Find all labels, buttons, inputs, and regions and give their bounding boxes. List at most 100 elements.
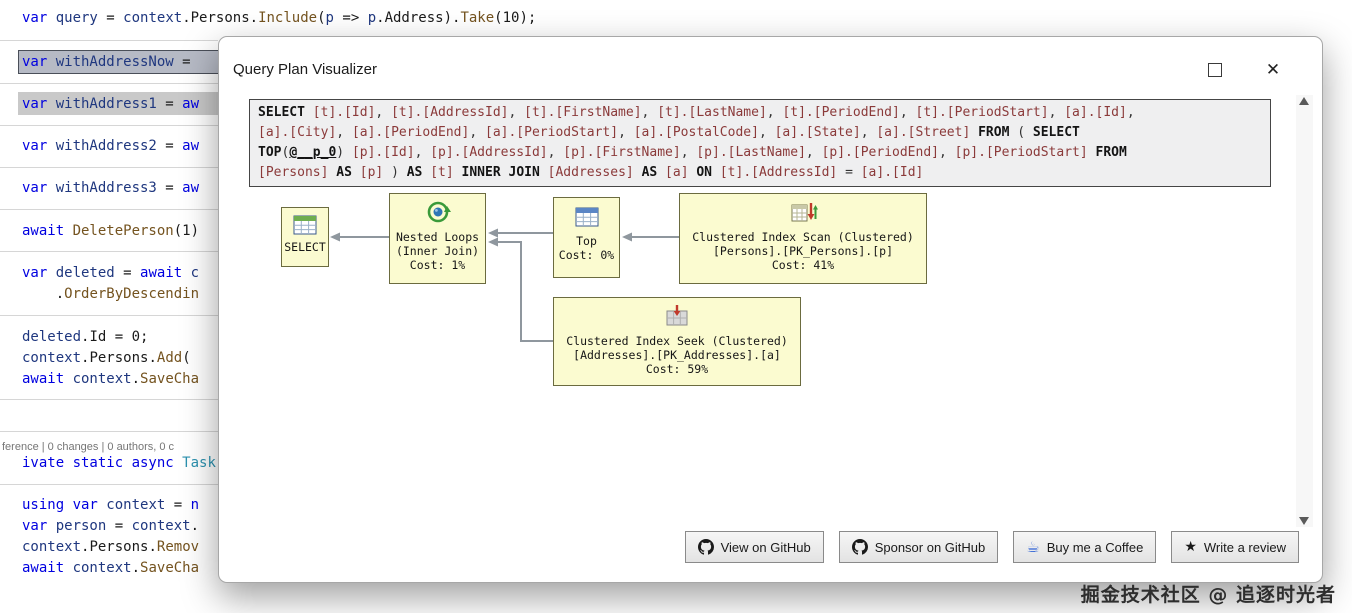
code-line-withAddressNow[interactable]: var withAddressNow = [22, 52, 199, 73]
code-line-withAddress3[interactable]: var withAddress3 = aw [22, 178, 199, 199]
write-a-review-button[interactable]: ★ Write a review [1171, 531, 1299, 563]
code-line-orderby[interactable]: .OrderByDescendin [22, 284, 199, 305]
token: ( [1009, 125, 1033, 140]
token: await [22, 371, 73, 387]
token: [p].[FirstName] [563, 145, 681, 160]
code-block-separator [0, 431, 218, 432]
code-line-using-context[interactable]: using var context = n [22, 495, 199, 516]
token: aw [182, 96, 200, 112]
close-button[interactable]: ✕ [1258, 55, 1288, 85]
maximize-button[interactable] [1200, 55, 1230, 85]
token: [t].[AddressId] [719, 165, 838, 180]
token: [t].[FirstName] [524, 105, 642, 120]
token: context [123, 10, 183, 26]
token: , [414, 145, 431, 160]
token: deleted [55, 265, 115, 281]
token: [p].[LastName] [696, 145, 806, 160]
view-on-github-button[interactable]: View on GitHub [684, 531, 824, 563]
token: [t] [430, 165, 454, 180]
token: INNER JOIN [461, 165, 540, 180]
token: , [469, 125, 485, 140]
token: 0 [131, 329, 141, 345]
token: . [190, 518, 200, 534]
node-cost: Cost: 41% [771, 258, 835, 272]
code-block-separator [0, 209, 218, 210]
token: [t].[PeriodStart] [915, 105, 1049, 120]
plan-node-clustered-index-scan[interactable]: Clustered Index Scan (Clustered) [Person… [679, 193, 927, 284]
node-label: Clustered Index Seek (Clustered) [566, 334, 788, 348]
star-icon: ★ [1184, 539, 1197, 555]
token: , [938, 145, 955, 160]
plan-node-select[interactable]: SELECT [281, 207, 329, 267]
coffee-icon: ☕ [1026, 538, 1040, 556]
token: ) [383, 165, 407, 180]
token: @__p_0 [289, 145, 337, 160]
token: . [376, 10, 385, 26]
code-line-deleted-id[interactable]: deleted.Id = 0; [22, 327, 148, 348]
token: withAddress2 [55, 138, 157, 154]
token: query [55, 10, 98, 26]
code-line-method-signature[interactable]: ivate static async Task [22, 453, 216, 474]
sponsor-on-github-button[interactable]: Sponsor on GitHub [838, 531, 999, 563]
token: = [156, 138, 183, 154]
code-block-separator [0, 40, 218, 41]
token: person [55, 518, 107, 534]
token: TOP [258, 145, 282, 160]
token: . [131, 371, 141, 387]
plan-node-clustered-index-seek[interactable]: Clustered Index Seek (Clustered) [Addres… [553, 297, 801, 386]
token: [t].[AddressId] [391, 105, 509, 120]
token: [p].[AddressId] [430, 145, 548, 160]
node-label: SELECT [284, 240, 326, 254]
token: Add [156, 350, 183, 366]
code-line-savechanges-1[interactable]: await context.SaveCha [22, 369, 199, 390]
token: [a].[PeriodEnd] [351, 125, 470, 140]
token: ( [317, 10, 326, 26]
plan-node-nested-loops[interactable]: Nested Loops (Inner Join) Cost: 1% [389, 193, 486, 284]
scroll-down-icon[interactable] [1299, 517, 1309, 525]
github-icon [851, 539, 868, 555]
token: deleted [22, 329, 82, 345]
plan-node-top[interactable]: Top Cost: 0% [553, 197, 620, 278]
code-line-savechanges-2[interactable]: await context.SaveCha [22, 558, 199, 579]
scroll-up-icon[interactable] [1299, 97, 1309, 105]
token: ference | 0 changes | 0 authors, 0 c [2, 441, 175, 453]
sql-query-text[interactable]: SELECT [t].[Id], [t].[AddressId], [t].[F… [249, 99, 1271, 187]
token: . [148, 350, 157, 366]
nested-loops-icon [390, 196, 485, 230]
token: Take [460, 10, 495, 26]
token: withAddress3 [55, 180, 157, 196]
code-line-persons-add[interactable]: context.Persons.Add( [22, 348, 191, 369]
code-line-deleted[interactable]: var deleted = await c [22, 263, 199, 284]
dialog-titlebar[interactable]: Query Plan Visualizer ✕ [219, 37, 1322, 93]
token: , [336, 125, 352, 140]
token: Id [89, 329, 107, 345]
token: [a].[Id] [860, 165, 924, 180]
token: . [182, 10, 191, 26]
token: ) [336, 145, 352, 160]
code-block-separator [0, 167, 218, 168]
token: AS [406, 165, 423, 180]
code-line-withAddress2[interactable]: var withAddress2 = aw [22, 136, 199, 157]
token: await [22, 560, 73, 576]
token: var [22, 265, 56, 281]
watermark: 掘金技术社区 @ 追逐时光者 [1080, 584, 1336, 606]
node-cost: Cost: 1% [409, 258, 466, 272]
token: = [165, 497, 191, 513]
token: var [22, 10, 56, 26]
code-line-withAddress1[interactable]: var withAddress1 = aw [22, 94, 199, 115]
vertical-scrollbar[interactable] [1296, 95, 1313, 527]
code-line-deleteperson[interactable]: await DeletePerson(1) [22, 221, 199, 242]
token: [p] [359, 165, 384, 180]
token: context [131, 518, 191, 534]
close-icon: ✕ [1265, 60, 1281, 80]
token: [a].[Id] [1064, 105, 1127, 120]
button-label: View on GitHub [720, 539, 811, 555]
buy-me-a-coffee-button[interactable]: ☕ Buy me a Coffee [1013, 531, 1157, 563]
code-line-query[interactable]: var query = context.Persons.Include(p =>… [22, 8, 536, 29]
code-line-persons-remove[interactable]: context.Persons.Remov [22, 537, 199, 558]
token: [t].[LastName] [657, 105, 767, 120]
code-line-person[interactable]: var person = context. [22, 516, 199, 537]
